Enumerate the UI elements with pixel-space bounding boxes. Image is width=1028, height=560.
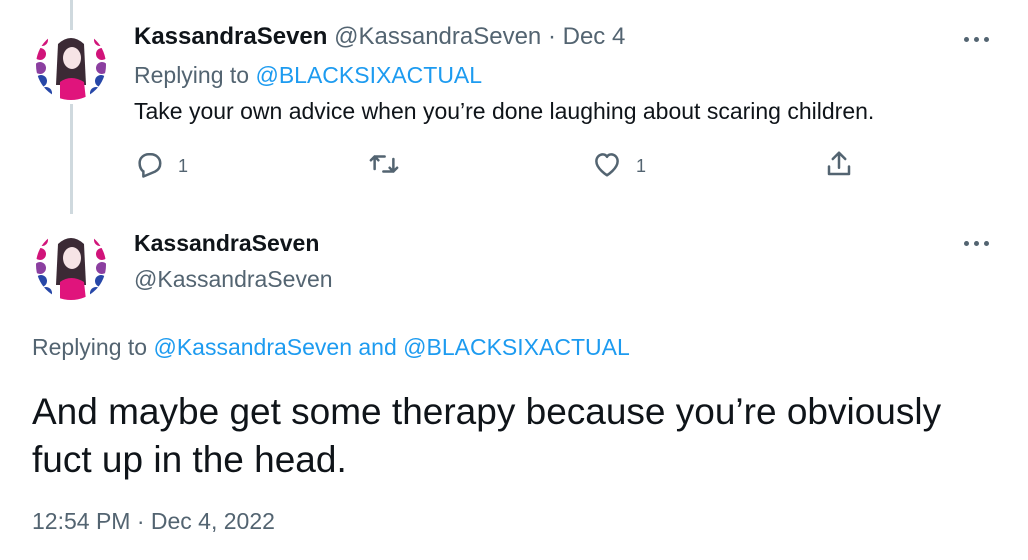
display-name[interactable]: KassandraSeven <box>134 228 319 258</box>
retweet-icon <box>368 149 400 184</box>
timestamp[interactable]: 12:54 PM · Dec 4, 2022 <box>32 506 275 536</box>
replying-prefix: Replying to <box>32 334 154 360</box>
handle[interactable]: @KassandraSeven <box>134 264 333 294</box>
reply-count: 1 <box>178 155 189 176</box>
handle[interactable]: @KassandraSeven <box>334 23 541 50</box>
more-horizontal-icon[interactable] <box>962 34 992 46</box>
avatar[interactable] <box>36 30 106 100</box>
avatar[interactable] <box>36 230 106 300</box>
share-button[interactable] <box>824 150 854 182</box>
reply-button[interactable]: 1 <box>134 150 188 182</box>
like-button[interactable]: 1 <box>592 150 646 182</box>
more-horizontal-icon[interactable] <box>962 238 992 250</box>
share-icon <box>824 149 854 184</box>
mention-link[interactable]: @KassandraSeven <box>153 334 352 360</box>
display-name[interactable]: KassandraSeven <box>134 23 327 50</box>
retweet-button[interactable] <box>368 150 400 182</box>
replying-to: Replying to @KassandraSeven and @BLACKSI… <box>32 332 630 362</box>
replying-and[interactable]: and <box>352 334 403 360</box>
reply-icon <box>134 149 164 184</box>
replying-prefix: Replying to <box>134 62 256 88</box>
like-count: 1 <box>636 155 647 176</box>
mention-link[interactable]: @BLACKSIXACTUAL <box>403 334 630 360</box>
separator: · <box>541 23 563 50</box>
tweet-text: And maybe get some therapy because you’r… <box>32 391 942 480</box>
thread-line <box>70 104 73 214</box>
mention-link[interactable]: @BLACKSIXACTUAL <box>255 62 482 88</box>
tweet-date[interactable]: Dec 4 <box>563 23 626 50</box>
tweet-text: Take your own advice when you’re done la… <box>134 98 875 124</box>
like-icon <box>592 149 622 184</box>
replying-to: Replying to @BLACKSIXACTUAL <box>134 60 482 90</box>
tweet-header: KassandraSeven @KassandraSeven · Dec 4 <box>134 22 625 52</box>
